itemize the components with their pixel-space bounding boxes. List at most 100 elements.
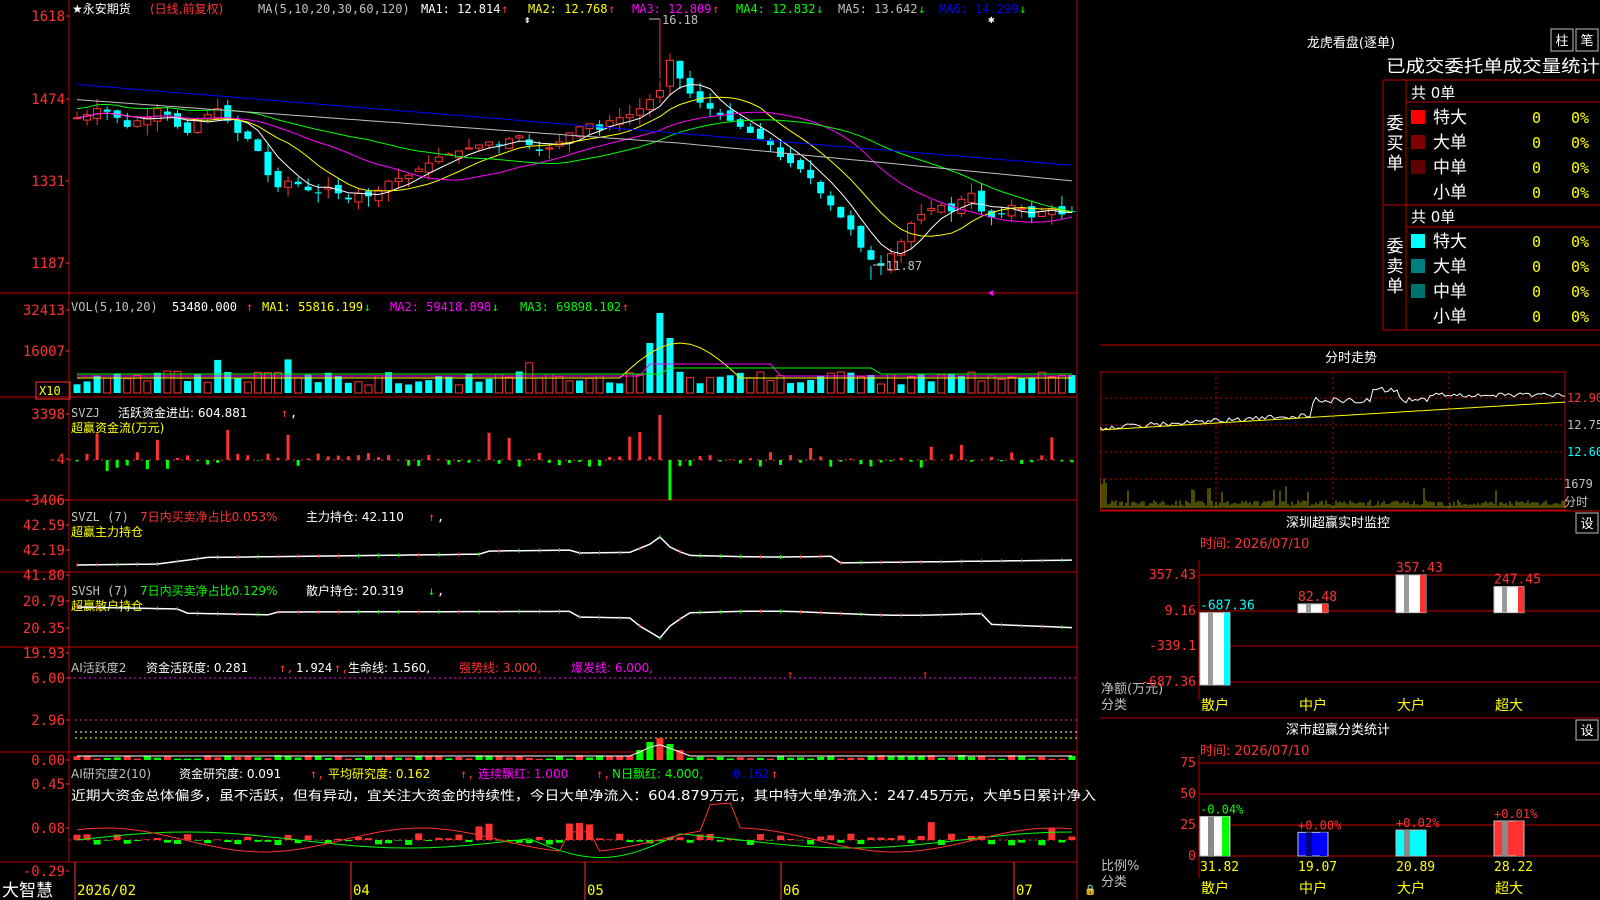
ai1-bar: [887, 756, 895, 760]
classify-category: 散户: [1201, 880, 1229, 897]
date-label: 04: [353, 883, 370, 899]
svzj-bar: [889, 460, 893, 462]
ai1-bar: [777, 756, 784, 760]
intraday-vol-tick: 1679: [1564, 477, 1593, 491]
svzj-bar: [980, 459, 983, 460]
ai2-bar: [465, 840, 473, 843]
ai2-bar: [455, 834, 463, 840]
candle: [847, 215, 855, 230]
row-count: 0: [1532, 308, 1541, 326]
sell-total: 共 0单: [1411, 208, 1455, 226]
volume-bar: [947, 373, 955, 393]
volume-bar: [746, 377, 755, 394]
ai2-bar: [847, 833, 855, 840]
svzj-bar: [819, 456, 823, 460]
svzj-bar: [748, 458, 752, 460]
event-marker-icon[interactable]: ⇟: [524, 13, 531, 26]
volume-bar: [797, 382, 805, 393]
svsh-sub: 超赢散户持仓: [71, 598, 143, 613]
svzj-bar: [186, 455, 190, 460]
intraday-panel[interactable]: 分时走势 12.90 12.75 12.60 1679 分时: [1100, 350, 1600, 511]
legend-swatch: [1411, 259, 1425, 273]
candle: [254, 139, 262, 151]
volume-bar: [807, 379, 815, 393]
ai-activity-panel[interactable]: AI活跃度2 资金活跃度: 0.281 ↑, 1.924 ↑, 生命线: 1.5…: [31, 660, 1077, 769]
intraday-vol-label: 分时: [1564, 495, 1588, 509]
kline-panel[interactable]: ★永安期货 (日线,前复权) MA(5,10,20,30,60,120) MA1…: [31, 1, 1076, 296]
moving-average-lines: [76, 83, 1073, 255]
y-tick-label: 19.93: [23, 646, 65, 662]
ai1-bar: [103, 757, 111, 760]
svzj-bar: [296, 460, 300, 466]
svzj-panel[interactable]: SVZJ 活跃资金进出: 604.881 ↑ , 超赢资金流(万元) 3398 -…: [23, 405, 1077, 509]
svzj-bar: [1070, 460, 1074, 463]
svzj-bar: [477, 460, 481, 461]
y-tick-label: 41.80: [23, 568, 65, 584]
main-chart-area[interactable]: ★永安期货 (日线,前复权) MA(5,10,20,30,60,120) MA1…: [0, 0, 1100, 900]
svzj-bar: [176, 457, 179, 460]
volume-bar: [123, 378, 132, 394]
svg-text:,: ,: [290, 406, 297, 420]
svzj-bar: [537, 452, 541, 460]
period-label[interactable]: (日线,前复权): [150, 1, 223, 16]
ma-legend-item: MA5: 13.642: [838, 2, 917, 16]
volume-bar: [505, 376, 514, 394]
ai2-bar: [555, 840, 563, 843]
svzl-sub: 超赢主力持仓: [71, 524, 143, 539]
volume-panel[interactable]: VOL(5,10,20) 53480.000 ↑ MA1: 55816.199 ↓…: [23, 300, 1076, 400]
ai1-bar: [364, 755, 372, 760]
ai1-bar: [465, 758, 473, 760]
vol-legend-arrow: ↓: [364, 300, 371, 314]
lock-icon[interactable]: 🔒: [1084, 884, 1096, 896]
ai1-bar: [766, 758, 774, 760]
svsh-panel[interactable]: SVSH (7) 7日内买卖净占比0.129% 散户持仓: 20.319 ↓ ,…: [23, 583, 1073, 662]
svzj-bar: [286, 434, 290, 460]
candle: [857, 225, 865, 248]
ai1-bar: [405, 757, 413, 760]
monitor-category: 大户: [1397, 697, 1425, 714]
y-tick-label: 0.08: [31, 821, 65, 837]
svzj-bar: [527, 458, 531, 460]
classify-y-label: 0: [1188, 849, 1196, 864]
candle: [264, 151, 272, 176]
lhb-panel[interactable]: 龙虎看盘(逐单) 柱 笔 已成交委托单成交量统计 共 0单 共 0单 委买单 委…: [1307, 28, 1600, 327]
candle: [817, 181, 825, 194]
ai-research-panel[interactable]: AI研究度2(10) 资金研究度: 0.091 ↑, 平均研究度: 0.162 …: [23, 766, 1096, 880]
ma-legend: MA1: 12.814 ↑ MA2: 12.768 ↑ MA3: 12.809 ↑ MA4:…: [421, 2, 1026, 16]
ai1-bar: [857, 757, 865, 760]
ai1-bar: [505, 757, 513, 760]
row-pct: 0%: [1571, 184, 1589, 202]
classify-panel[interactable]: 深市超赢分类统计 设 时间: 2026/07/10 比例% 分类 75 50 25 0…: [1101, 719, 1600, 897]
classify-value-label: 20.89: [1396, 860, 1435, 875]
ai2-bar: [766, 840, 774, 841]
monitor-panel[interactable]: 深圳超赢实时监控 设 时间: 2026/07/10 净额(万元) 分类 357.…: [1101, 512, 1600, 714]
y-tick-label: 42.19: [23, 543, 65, 559]
vol-legend-item: MA2: 59418.898: [390, 300, 491, 314]
candle: [344, 197, 352, 200]
star-marker-icon[interactable]: ✱: [988, 13, 995, 26]
candle: [314, 192, 322, 194]
svzl-panel[interactable]: SVZL (7) 7日内买卖净占比0.053% 主力持仓: 42.110 ↑ ,…: [23, 509, 1073, 584]
candle: [475, 144, 483, 149]
volume-bars: [73, 313, 1076, 394]
volume-bar: [405, 384, 413, 393]
volume-bar: [495, 373, 504, 394]
svg-text:↑: ↑: [771, 767, 778, 781]
side-panel[interactable]: 龙虎看盘(逐单) 柱 笔 已成交委托单成交量统计 共 0单 共 0单 委买单 委…: [1100, 0, 1600, 900]
ai2-bar: [274, 840, 282, 846]
candle: [244, 131, 252, 139]
svzj-bar: [377, 457, 380, 460]
svzj-bar: [417, 460, 421, 466]
candle: [1007, 204, 1016, 217]
classify-bar-shade: [1306, 832, 1312, 856]
svzj-bar: [638, 432, 642, 460]
classify-ylabel: 比例%: [1101, 859, 1139, 874]
y-tick-label: 3398: [31, 407, 65, 423]
ai2-bar: [234, 840, 242, 845]
candlestick-series: [73, 19, 1076, 280]
svzj-bar: [226, 430, 230, 460]
y-tick-label: 1618: [31, 9, 65, 25]
svzj-bar: [306, 458, 310, 460]
svzj-bar: [708, 455, 712, 460]
vertical-label-char: 买: [1387, 134, 1404, 154]
